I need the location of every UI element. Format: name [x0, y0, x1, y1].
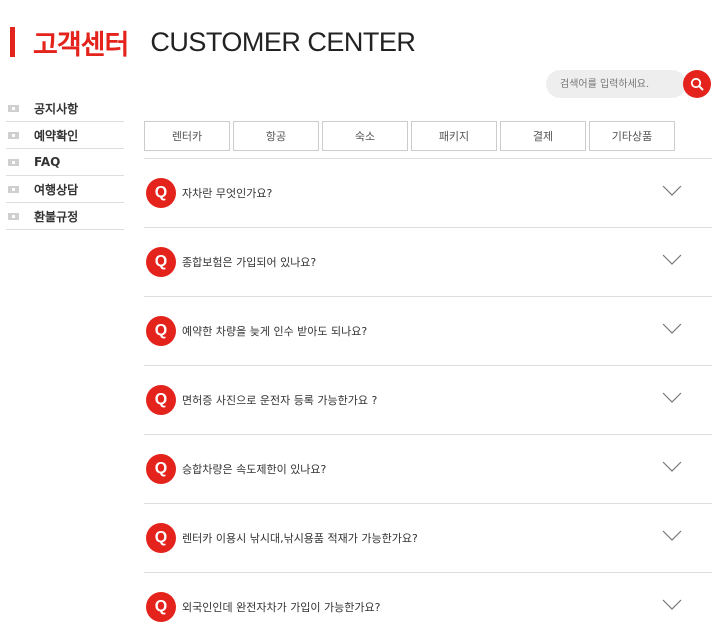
tab-payment[interactable]: 결제 — [500, 121, 586, 151]
sidebar-bullet-icon — [8, 158, 19, 166]
question-badge: Q — [146, 178, 176, 208]
chevron-down-icon[interactable] — [662, 185, 682, 197]
sidebar-item-label: 여행상담 — [34, 182, 79, 197]
question-badge: Q — [146, 385, 176, 415]
faq-question: 승합차량은 속도제한이 있나요? — [182, 463, 327, 476]
chevron-down-icon[interactable] — [662, 530, 682, 542]
faq-question: 자차란 무엇인가요? — [182, 187, 273, 200]
header-accent-bar — [10, 27, 15, 57]
sidebar-item-label: 공지사항 — [34, 101, 79, 116]
sidebar-item-label: 환불규정 — [34, 209, 79, 224]
sidebar-item-label: FAQ — [34, 155, 61, 169]
faq-question: 예약한 차량을 늦게 인수 받아도 되나요? — [182, 325, 368, 338]
chevron-down-icon[interactable] — [662, 392, 682, 404]
sidebar-bullet-icon — [8, 185, 19, 193]
question-badge: Q — [146, 523, 176, 553]
sidebar-item-refund[interactable]: 환불규정 — [6, 203, 124, 230]
chevron-down-icon[interactable] — [662, 461, 682, 473]
sidebar-bullet-icon — [8, 131, 19, 139]
chevron-down-icon[interactable] — [662, 323, 682, 335]
sidebar-item-label: 예약확인 — [34, 128, 79, 143]
question-badge: Q — [146, 592, 176, 622]
faq-item[interactable]: Q 렌터카 이용시 낚시대,낚시용품 적재가 가능한가요? — [144, 504, 712, 573]
faq-question: 면허증 사진으로 운전자 등록 가능한가요 ? — [182, 394, 378, 407]
sidebar-item-consult[interactable]: 여행상담 — [6, 176, 124, 203]
chevron-down-icon[interactable] — [662, 599, 682, 611]
question-badge: Q — [146, 247, 176, 277]
chevron-down-icon[interactable] — [662, 254, 682, 266]
faq-question: 렌터카 이용시 낚시대,낚시용품 적재가 가능한가요? — [182, 532, 418, 545]
tab-lodging[interactable]: 숙소 — [322, 121, 408, 151]
faq-item[interactable]: Q 종합보험은 가입되어 있나요? — [144, 228, 712, 297]
faq-item[interactable]: Q 면허증 사진으로 운전자 등록 가능한가요 ? — [144, 366, 712, 435]
page-title-english: CUSTOMER CENTER — [150, 26, 416, 57]
faq-item[interactable]: Q 예약한 차량을 늦게 인수 받아도 되나요? — [144, 297, 712, 366]
tab-rentacar[interactable]: 렌터카 — [144, 121, 230, 151]
sidebar-item-notice[interactable]: 공지사항 — [6, 95, 124, 122]
page-header: 고객센터 CUSTOMER CENTER — [10, 24, 416, 61]
sidebar-bullet-icon — [8, 104, 19, 112]
faq-list: Q 자차란 무엇인가요? Q 종합보험은 가입되어 있나요? Q 예약한 차량을… — [144, 158, 712, 640]
search-input[interactable] — [546, 70, 686, 98]
sidebar-bullet-icon — [8, 212, 19, 220]
tab-flight[interactable]: 항공 — [233, 121, 319, 151]
category-tabs: 렌터카 항공 숙소 패키지 결제 기타상품 — [144, 121, 678, 151]
search-box — [546, 68, 714, 100]
faq-question: 종합보험은 가입되어 있나요? — [182, 256, 317, 269]
faq-item[interactable]: Q 외국인인데 완전자차가 가입이 가능한가요? — [144, 573, 712, 640]
faq-item[interactable]: Q 자차란 무엇인가요? — [144, 159, 712, 228]
faq-question: 외국인인데 완전자차가 가입이 가능한가요? — [182, 601, 381, 614]
search-button[interactable] — [683, 70, 711, 98]
question-badge: Q — [146, 316, 176, 346]
search-icon — [690, 77, 704, 91]
faq-item[interactable]: Q 승합차량은 속도제한이 있나요? — [144, 435, 712, 504]
tab-other[interactable]: 기타상품 — [589, 121, 675, 151]
tab-package[interactable]: 패키지 — [411, 121, 497, 151]
question-badge: Q — [146, 454, 176, 484]
sidebar-menu: 공지사항 예약확인 FAQ 여행상담 환불규정 — [6, 95, 124, 230]
sidebar-item-faq[interactable]: FAQ — [6, 149, 124, 176]
sidebar-item-reservation[interactable]: 예약확인 — [6, 122, 124, 149]
page-title-korean: 고객센터 — [33, 29, 129, 61]
